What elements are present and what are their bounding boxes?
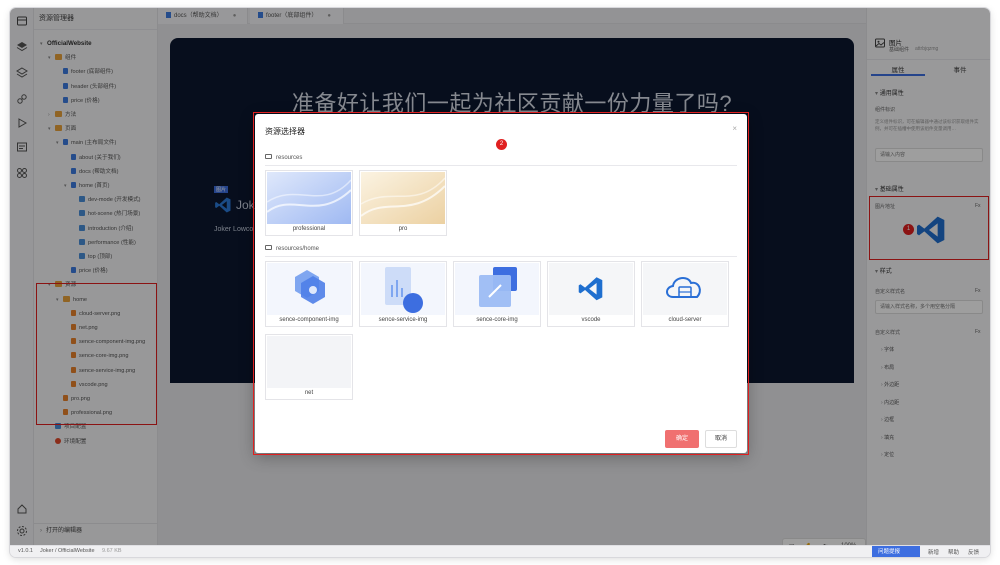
card-caption: pro [398, 226, 408, 232]
card-caption: net [304, 390, 314, 396]
file-size: 9.67 KB [102, 548, 122, 554]
net-thumbnail [267, 336, 351, 388]
dialog-title: 资源选择器 [265, 127, 305, 136]
card-caption: sence-component-img [279, 317, 339, 323]
resource-card-sence-core-img[interactable]: sence-core-img [453, 261, 541, 327]
card-caption: cloud-server [668, 317, 702, 323]
resource-selector-dialog: 资源选择器 × resources professional pro resou… [255, 114, 747, 453]
close-icon[interactable]: × [732, 124, 737, 133]
resource-card-professional[interactable]: professional [265, 170, 353, 236]
professional-thumbnail [267, 172, 351, 224]
resource-card-sence-service-img[interactable]: sence-service-img [359, 261, 447, 327]
group-resources-home: resources/home [265, 245, 319, 252]
card-caption: vscode [581, 317, 601, 323]
group-divider [265, 256, 737, 257]
card-caption: sence-core-img [476, 317, 518, 323]
issue-report-button[interactable]: 问题提报 [872, 546, 920, 557]
sence-core-thumbnail [455, 263, 539, 315]
version-label: v1.0.1 [18, 548, 33, 554]
resource-card-pro[interactable]: pro [359, 170, 447, 236]
statusbar-item-feedback[interactable]: 反馈 [968, 548, 979, 556]
pro-thumbnail [361, 172, 445, 224]
resource-card-sence-component-img[interactable]: sence-component-img [265, 261, 353, 327]
resource-card-vscode[interactable]: vscode [547, 261, 635, 327]
sence-service-thumbnail [361, 263, 445, 315]
group-divider [265, 165, 737, 166]
project-path: Joker / OfficialWebsite [40, 548, 95, 554]
marker-2: 2 [496, 139, 507, 150]
resource-card-cloud-server[interactable]: cloud-server [641, 261, 729, 327]
statusbar-item-help[interactable]: 帮助 [948, 548, 959, 556]
cloud-server-thumbnail-icon [643, 263, 727, 315]
confirm-button[interactable]: 确定 [665, 430, 699, 448]
card-caption: professional [292, 226, 326, 232]
resource-card-net[interactable]: net [265, 334, 353, 400]
sence-component-thumbnail [267, 263, 351, 315]
cancel-button[interactable]: 取消 [705, 430, 737, 448]
statusbar-item-new[interactable]: 新增 [928, 548, 939, 556]
card-caption: sence-service-img [378, 317, 428, 323]
folder-icon [265, 154, 272, 159]
vscode-thumbnail-icon [549, 263, 633, 315]
folder-icon [265, 245, 272, 250]
group-resources: resources [265, 154, 302, 161]
app-window: 资源管理器 ▾ OfficialWebsite ▾ 组件 footer (底部组件) he… [10, 8, 990, 557]
status-bar: v1.0.1 Joker / OfficialWebsite 9.67 KB 问… [10, 545, 990, 557]
